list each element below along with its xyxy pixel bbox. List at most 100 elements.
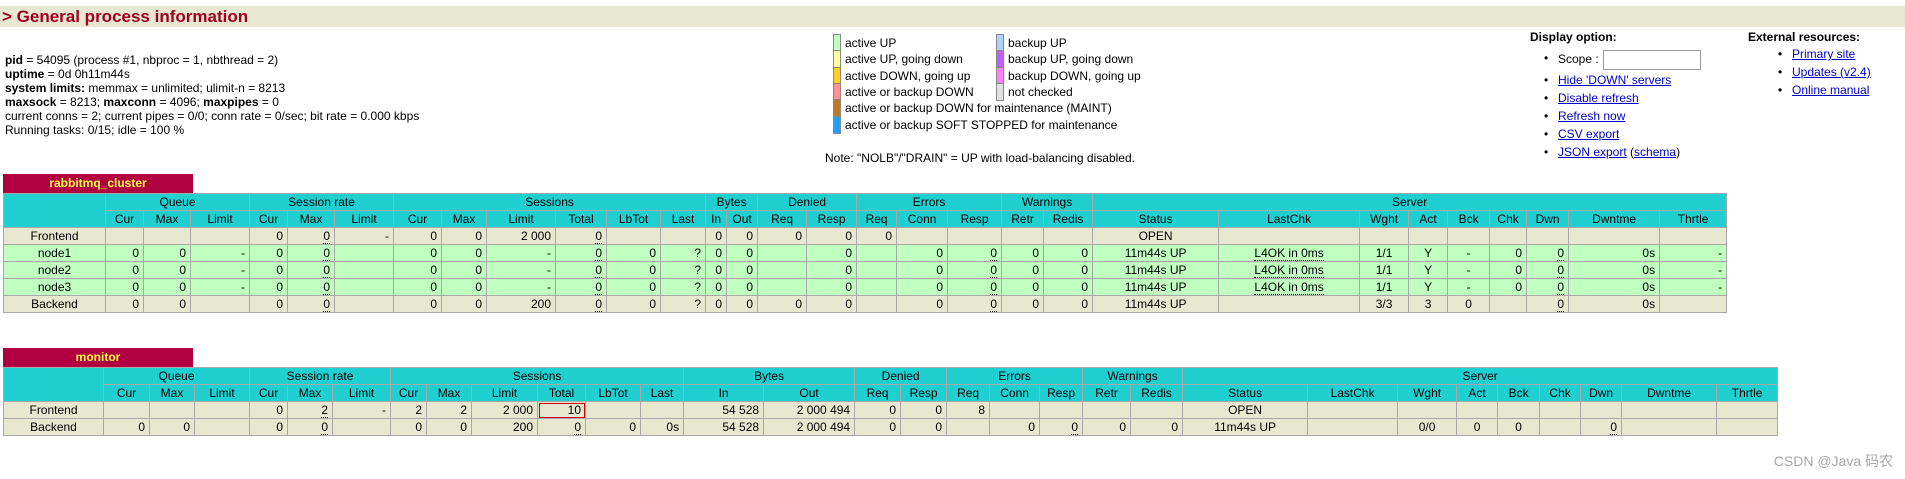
stat-cell: 0s (1568, 244, 1661, 262)
backend-row: Backend 0 0 0 0 0 0 200 0 0 0s 54 528 2 000 494 0 0 0 0 0… (3, 418, 1779, 436)
stat-value: 2 000 494 (796, 420, 851, 434)
refresh-now-link[interactable]: Refresh now (1558, 109, 1625, 123)
stat-cell: - (1659, 278, 1728, 296)
stat-cell: 0 (441, 227, 488, 245)
primary-site-link[interactable]: Primary site (1792, 47, 1855, 61)
row-name[interactable]: Backend (3, 418, 104, 436)
stat-value: 0 (276, 280, 284, 294)
stat-value: 0 (595, 263, 603, 278)
backend-row: Backend 0 0 0 0 0 0 200 0 0? 0 0 0 0 0 0 0 0 11m44s UP 3/3 3… (3, 295, 1728, 313)
stat-cell: 0 (287, 227, 336, 245)
stat-cell (1659, 227, 1728, 245)
stat-cell: 0 (726, 261, 759, 279)
legend-label: not checked (1008, 84, 1073, 99)
row-name[interactable]: Backend (3, 295, 106, 313)
row-name[interactable]: node2 (3, 261, 106, 279)
stat-cell (143, 227, 191, 245)
stat-cell: 0 (1489, 278, 1528, 296)
stat-value: 1/1 (1375, 280, 1393, 294)
stat-cell: 0 (441, 261, 488, 279)
row-name[interactable]: node1 (3, 244, 106, 262)
option-refresh-now: Refresh now (1544, 108, 1625, 124)
stat-cell: - (486, 244, 557, 262)
scope-label: Scope : (1558, 52, 1599, 67)
stat-cell (856, 278, 898, 296)
stat-cell: 0 (757, 295, 808, 313)
column-header-row: Cur Max Limit Cur Max Limit Cur Max Limit Total Lb… (4, 210, 1728, 228)
stat-cell: 0 (606, 295, 662, 313)
column-header: LbTot (585, 384, 642, 402)
stat-value: 2 (321, 403, 329, 418)
json-export-link[interactable]: JSON export (1558, 145, 1627, 159)
column-header: Max (287, 210, 336, 228)
stat-value: 0 (746, 297, 754, 311)
legend-swatch (996, 82, 1004, 101)
group-header: Errors (856, 193, 1003, 211)
group-header: Errors (946, 367, 1084, 385)
column-header: Total (555, 210, 608, 228)
column-header: Cur (103, 384, 150, 402)
group-header-row: Queue Session rate Sessions Bytes Denied Erro… (3, 367, 1779, 402)
stat-cell: 0s (1568, 295, 1661, 313)
stat-value: 1/1 (1375, 263, 1393, 277)
stat-value: 0 (845, 297, 853, 311)
stat-value: 0 (990, 263, 998, 278)
stat-cell: 1/1 (1359, 244, 1410, 262)
stat-cell: Y (1408, 278, 1449, 296)
stat-cell: 0 (555, 295, 608, 313)
stat-cell: - (189, 244, 251, 262)
row-name[interactable]: Frontend (3, 401, 104, 419)
csv-export-link[interactable]: CSV export (1558, 127, 1619, 141)
hide-down-servers-link[interactable]: Hide 'DOWN' servers (1558, 73, 1671, 87)
row-name[interactable]: Frontend (3, 227, 106, 245)
stat-cell: 0 (854, 401, 902, 419)
stat-cell (856, 295, 898, 313)
column-header: LastChk (1218, 210, 1361, 228)
stat-value: 0 (179, 297, 186, 311)
column-header: Limit (332, 384, 392, 402)
column-header: Conn (989, 384, 1041, 402)
column-header: Chk (1489, 210, 1528, 228)
stat-cell: 0 (441, 244, 488, 262)
stat-value: 11m44s UP (1124, 297, 1187, 311)
legend-label: active or backup SOFT STOPPED for mainte… (845, 117, 1118, 132)
column-header: Out (726, 210, 759, 228)
stat-cell: L4OK in 0ms (1218, 278, 1361, 296)
stat-value: - (1718, 280, 1723, 294)
stat-cell: - (1447, 278, 1491, 296)
schema-close: ) (1676, 145, 1681, 159)
schema-open: ( (1626, 145, 1635, 159)
disable-refresh-link[interactable]: Disable refresh (1558, 91, 1639, 105)
stat-value: 0 (746, 229, 754, 243)
stat-value: 0 (415, 420, 423, 434)
stat-cell: 3 (1408, 295, 1449, 313)
stat-cell: 0 (806, 295, 858, 313)
column-header: Cur (249, 210, 289, 228)
row-name[interactable]: node3 (3, 278, 106, 296)
stat-cell: 0 (105, 278, 144, 296)
stat-cell: 0 (1043, 261, 1094, 279)
row-name-text: Backend (31, 297, 78, 311)
updates-link[interactable]: Updates (v2.4) (1792, 65, 1871, 79)
schema-link[interactable]: schema (1634, 145, 1676, 159)
column-header: Dwn (1580, 384, 1623, 402)
column-header: Thrtle (1716, 384, 1779, 402)
stat-cell (1447, 227, 1491, 245)
column-header: Act (1456, 384, 1499, 402)
stat-value: 0 (1032, 280, 1040, 294)
group-header: Denied (757, 193, 858, 211)
stat-cell: 0 (705, 278, 728, 296)
maxpipes-label: maxpipes (203, 95, 259, 109)
stat-cell: 0 (989, 418, 1041, 436)
stat-value: 0 (1473, 420, 1481, 434)
scope-input[interactable] (1602, 50, 1701, 70)
stat-cell (989, 401, 1041, 419)
stat-value: 0 (574, 420, 582, 435)
column-header: Req (854, 384, 902, 402)
stat-cell: 0 (900, 401, 948, 419)
online-manual-link[interactable]: Online manual (1792, 83, 1869, 97)
stat-cell: 0 (393, 278, 443, 296)
stat-cell (1307, 418, 1399, 436)
column-header: Limit (471, 384, 539, 402)
stat-value: 0 (845, 229, 853, 243)
